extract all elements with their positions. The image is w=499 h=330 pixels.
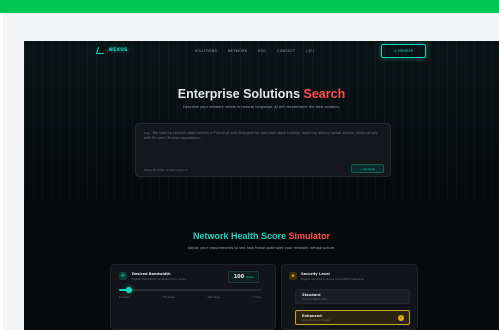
logo-icon	[95, 47, 107, 54]
check-icon: ✓	[398, 315, 404, 321]
search-input[interactable]: e.g., We need to connect data centers in…	[144, 131, 384, 141]
nav-link-solutions[interactable]: SOLUTIONS	[195, 49, 217, 54]
bandwidth-subtitle: Higher bandwidth enables more nodes	[132, 277, 187, 281]
bandwidth-slider[interactable]	[119, 287, 261, 293]
option-name: Standard	[302, 293, 321, 297]
nav-links: SOLUTIONS NETWORK ESG CONTACT | 中 |	[195, 49, 314, 54]
nav-link-network[interactable]: NETWORK	[228, 49, 247, 54]
bandwidth-card: ✣ Desired Bandwidth Higher bandwidth ena…	[110, 264, 276, 330]
top-navigation: NEXUS SOLUTIONS NETWORK ESG CONTACT | 中 …	[24, 41, 499, 63]
hero-title-accent: Search	[303, 87, 346, 101]
bandwidth-value: 100	[233, 274, 245, 280]
tick-label: 1 Tbps	[252, 296, 261, 299]
tick-label: 500 Gbps	[162, 296, 175, 299]
browser-top-bar	[0, 0, 499, 13]
nav-link-contact[interactable]: CONTACT	[277, 49, 295, 54]
security-option-enhanced[interactable]: Enhanced Post-Quantum Crypto ✓	[295, 310, 410, 325]
search-box[interactable]: e.g., We need to connect data centers in…	[135, 123, 391, 177]
security-card: ◈ Security Level Higher security ensures…	[281, 264, 418, 330]
option-desc: TLS 1.x, Basic ACLs	[302, 298, 328, 301]
bandwidth-value-display: 100 Gbps	[228, 271, 259, 283]
security-option-standard[interactable]: Standard TLS 1.x, Basic ACLs	[295, 289, 410, 304]
hero-grid-background	[24, 41, 499, 201]
logo-text: NEXUS	[109, 48, 128, 53]
hero-title-main: Enterprise Solutions	[177, 87, 301, 101]
language-switch[interactable]: | 中 |	[306, 49, 314, 54]
simulator-title-accent: Simulator	[288, 231, 331, 241]
tick-label: 10 Gbps	[119, 296, 130, 299]
member-button[interactable]: ◎ MEMBER	[381, 44, 426, 58]
left-edge	[0, 13, 3, 330]
logo[interactable]: NEXUS	[95, 47, 128, 54]
tick-label: 300 Gbps	[207, 296, 220, 299]
bandwidth-icon: ✣	[119, 272, 127, 280]
search-hint: Press ⌘ Enter to start search	[144, 168, 188, 172]
option-name: Enhanced	[302, 314, 322, 318]
bandwidth-ticks: 10 Gbps 500 Gbps 300 Gbps 1 Tbps	[119, 296, 261, 299]
security-title: Security Level	[301, 272, 330, 276]
simulator-title-main: Network Health Score	[192, 231, 286, 241]
option-desc: Post-Quantum Crypto	[302, 319, 331, 322]
simulator-subtitle: Adjust your requirements to see how thes…	[187, 246, 336, 250]
search-hint-text: Press ⌘ Enter to start search	[144, 168, 188, 172]
bandwidth-slider-thumb[interactable]	[125, 287, 132, 293]
security-subtitle: Higher security ensures more DDS measure…	[301, 277, 364, 281]
analyze-button[interactable]: → Analyze	[351, 164, 384, 173]
shield-icon: ◈	[289, 272, 297, 280]
app-window: NEXUS SOLUTIONS NETWORK ESG CONTACT | 中 …	[24, 41, 499, 330]
bandwidth-unit: Gbps	[246, 275, 254, 279]
hero-title: Enterprise Solutions Search	[24, 87, 499, 101]
nav-link-esg[interactable]: ESG	[258, 49, 266, 54]
bandwidth-title: Desired Bandwidth	[132, 272, 171, 276]
simulator-title: Network Health Score Simulator	[24, 231, 499, 241]
hero-subtitle: Describe your network needs in natural l…	[182, 105, 341, 109]
page-header-strip	[0, 13, 499, 43]
